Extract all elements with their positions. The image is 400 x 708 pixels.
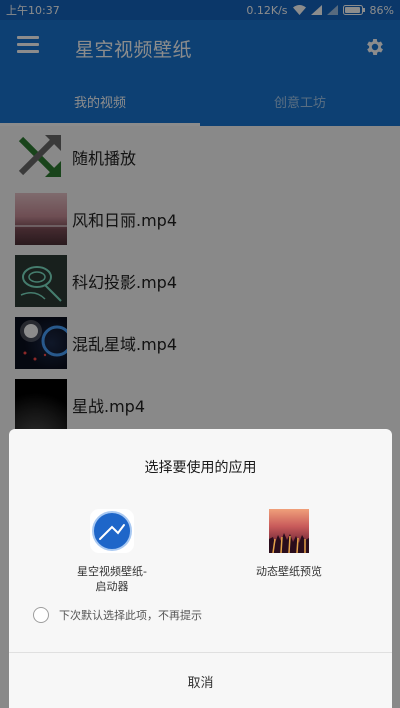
app-name-line: 动态壁纸预览 bbox=[256, 565, 322, 578]
app-option-preview[interactable]: 动态壁纸预览 bbox=[214, 509, 364, 579]
remember-choice-row[interactable]: 下次默认选择此项，不再提示 bbox=[33, 607, 202, 623]
wallpaper-preview-app-icon bbox=[269, 509, 309, 553]
launcher-app-icon bbox=[90, 509, 134, 553]
app-chooser-sheet: 选择要使用的应用 星空视频壁纸- 启动器 动态壁纸预览 下次默认选择此项，不再提… bbox=[9, 429, 392, 708]
cancel-button[interactable]: 取消 bbox=[9, 652, 392, 708]
screen: 上午10:37 0.12K/s 86% 星空视频壁纸 我的视频 创意工坊 随机播… bbox=[0, 0, 400, 708]
app-name-line: 星空视频壁纸- bbox=[77, 565, 147, 578]
chooser-title: 选择要使用的应用 bbox=[144, 460, 257, 476]
remember-choice-label: 下次默认选择此项，不再提示 bbox=[59, 609, 202, 622]
remember-choice-radio[interactable] bbox=[33, 607, 49, 623]
app-option-name: 动态壁纸预览 bbox=[214, 564, 364, 579]
app-option-name: 星空视频壁纸- 启动器 bbox=[37, 564, 187, 594]
app-option-launcher[interactable]: 星空视频壁纸- 启动器 bbox=[37, 509, 187, 594]
app-name-line: 启动器 bbox=[95, 580, 129, 593]
